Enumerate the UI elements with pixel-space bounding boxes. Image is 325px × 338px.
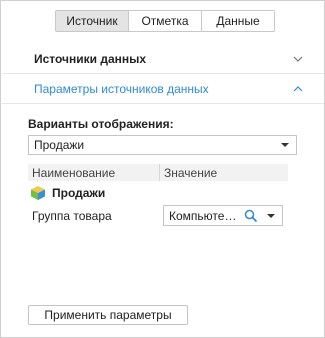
display-variants-select[interactable]: Продажи [28, 135, 297, 155]
display-variants-label: Варианты отображения: [28, 117, 174, 131]
chevron-down-icon[interactable] [292, 53, 304, 65]
table-row: Группа товара Компьютерная техника [28, 205, 288, 227]
dropdown-arrow-icon[interactable] [281, 143, 289, 147]
section-data-sources[interactable]: Источники данных [2, 44, 324, 74]
group-row-label: Продажи [52, 186, 106, 200]
tab-data[interactable]: Данные [202, 11, 274, 31]
group-row: Продажи [28, 183, 288, 203]
column-header-value[interactable]: Значение [160, 164, 288, 181]
data-source-panel: Источник Отметка Данные Источники данных… [0, 0, 325, 338]
tab-bar: Источник Отметка Данные [55, 10, 275, 32]
param-value: Компьютерная техника [169, 208, 239, 223]
apply-params-button[interactable]: Применить параметры [28, 305, 188, 325]
chevron-up-icon[interactable] [292, 83, 304, 95]
display-variants-value: Продажи [34, 138, 85, 152]
param-value-select[interactable]: Компьютерная техника [163, 205, 283, 226]
section-source-params[interactable]: Параметры источников данных [2, 74, 324, 104]
search-icon[interactable] [244, 209, 258, 223]
section-source-params-label: Параметры источников данных [34, 81, 209, 96]
param-name: Группа товара [32, 209, 112, 223]
section-data-sources-label: Источники данных [34, 51, 147, 66]
params-grid-header: Наименование Значение [28, 164, 288, 181]
dropdown-arrow-icon[interactable] [267, 214, 275, 218]
tab-mark[interactable]: Отметка [129, 11, 202, 31]
column-header-name[interactable]: Наименование [28, 164, 160, 181]
tab-source[interactable]: Источник [56, 11, 129, 31]
cube-icon [31, 186, 45, 200]
